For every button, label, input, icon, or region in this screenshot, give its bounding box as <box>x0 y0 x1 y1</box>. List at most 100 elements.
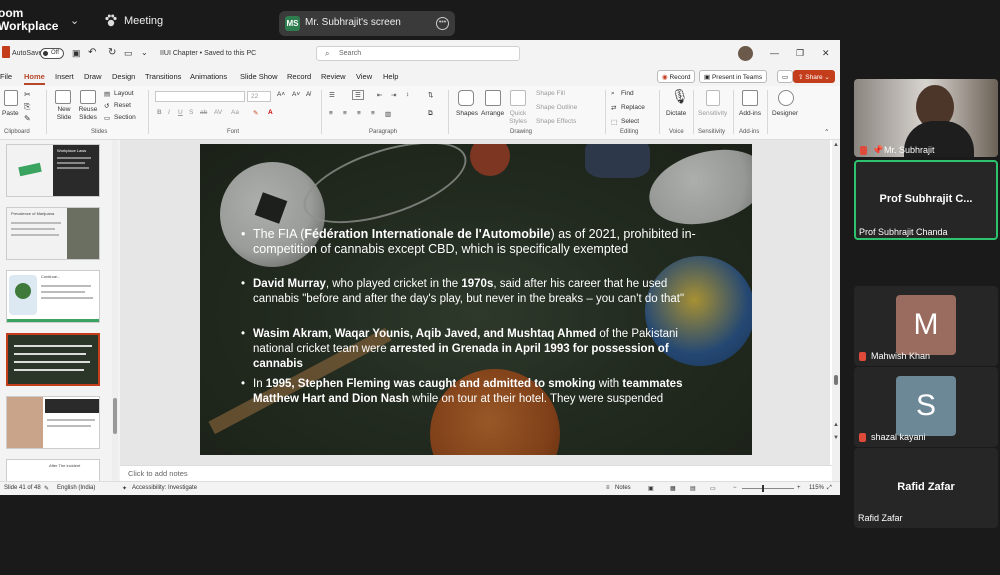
line-spacing-icon[interactable]: ↕ <box>406 91 409 98</box>
proofing-icon[interactable]: ✎ <box>44 485 49 492</box>
tab-insert[interactable]: Insert <box>55 72 74 81</box>
reuse-slides-button[interactable]: Reuse Slides <box>76 106 100 122</box>
meeting-label[interactable]: Meeting <box>124 15 163 27</box>
scrollbar-knob[interactable] <box>113 398 117 434</box>
bullets-icon[interactable]: ☰ <box>329 91 335 99</box>
thumbnail-scrollbar[interactable] <box>112 140 118 481</box>
notes-button[interactable]: Notes <box>615 485 631 491</box>
tab-animations[interactable]: Animations <box>190 72 227 81</box>
tab-review[interactable]: Review <box>321 72 346 81</box>
decrease-font-icon[interactable]: A˅ <box>292 91 300 98</box>
tab-help[interactable]: Help <box>383 72 398 81</box>
tab-transitions[interactable]: Transitions <box>145 72 181 81</box>
slide-sorter-icon[interactable]: ▦ <box>670 485 676 492</box>
font-color-icon[interactable]: A <box>268 109 273 116</box>
comments-button[interactable]: ▭ <box>777 70 794 83</box>
shape-fill-button[interactable]: Shape Fill <box>536 90 565 97</box>
shape-outline-button[interactable]: Shape Outline <box>536 104 577 111</box>
columns-icon[interactable]: ▥ <box>385 110 391 118</box>
restore-icon[interactable]: ❐ <box>796 48 804 59</box>
highlighter-icon[interactable]: ✎ <box>253 109 258 117</box>
shadow-icon[interactable]: S <box>189 109 193 116</box>
participant-tile[interactable]: S shazal kayani <box>854 367 998 447</box>
tab-draw[interactable]: Draw <box>84 72 102 81</box>
participant-tile-active-speaker[interactable]: Prof Subhrajit C... Prof Subhrajit Chand… <box>854 160 998 240</box>
screen-share-indicator[interactable]: MS Mr. Subhrajit's screen ••• <box>279 11 455 36</box>
zoom-out-icon[interactable]: − <box>733 485 737 491</box>
account-avatar[interactable] <box>738 46 753 61</box>
minimize-icon[interactable]: — <box>770 48 779 58</box>
slide-thumbnail[interactable]: After The incident <box>6 459 100 481</box>
increase-indent-icon[interactable]: ⇥ <box>391 91 396 99</box>
select-button[interactable]: Select <box>621 118 639 125</box>
close-icon[interactable]: ✕ <box>822 48 830 59</box>
arrange-button[interactable]: Arrange <box>481 110 504 117</box>
slide-thumbnail[interactable]: Continue... <box>6 270 100 323</box>
dictate-button[interactable]: Dictate <box>666 110 686 117</box>
zoom-slider[interactable] <box>742 488 794 489</box>
record-button[interactable]: ◉ Record <box>657 70 696 83</box>
new-slide-icon[interactable] <box>55 90 71 104</box>
bold-icon[interactable]: B <box>157 109 162 116</box>
reading-view-icon[interactable]: ▤ <box>690 485 696 492</box>
arrange-icon[interactable] <box>485 90 501 106</box>
paste-icon[interactable] <box>4 90 18 106</box>
convert-smartart-icon[interactable]: ⧉ <box>428 110 433 118</box>
underline-icon[interactable]: U <box>178 109 183 116</box>
align-left-icon[interactable]: ≡ <box>329 110 333 117</box>
present-from-start-icon[interactable]: ▭ <box>124 48 133 59</box>
fit-to-window-icon[interactable]: ⤢ <box>827 485 832 492</box>
sensitivity-icon[interactable] <box>706 90 720 106</box>
section-button[interactable]: Section <box>114 114 136 121</box>
autosave-toggle[interactable]: Off <box>40 48 64 59</box>
notes-pane[interactable]: Click to add notes <box>120 465 832 481</box>
add-ins-button[interactable]: Add-ins <box>739 110 761 117</box>
shape-effects-button[interactable]: Shape Effects <box>536 118 576 125</box>
participant-video-tile[interactable]: 📌 Mr. Subhrajit <box>854 79 998 157</box>
quick-styles-icon[interactable] <box>510 90 526 106</box>
strikethrough-icon[interactable]: ab <box>200 109 207 116</box>
slide-thumbnail[interactable]: Workplace Laws <box>6 144 100 197</box>
layout-button[interactable]: Layout <box>114 90 134 97</box>
document-title[interactable]: IIUI Chapter • Saved to this PC <box>160 50 256 57</box>
tab-view[interactable]: View <box>356 72 372 81</box>
slideshow-icon[interactable]: ▭ <box>710 485 716 492</box>
current-slide[interactable]: The FIA (Fédération Internationale de l'… <box>200 144 752 455</box>
slide-text-box[interactable]: The FIA (Fédération Internationale de l'… <box>235 219 720 429</box>
italic-icon[interactable]: I <box>168 109 170 116</box>
microphone-icon[interactable]: 🎙 <box>671 88 689 105</box>
scroll-up-small-icon[interactable]: ▲ <box>833 422 839 428</box>
scroll-down-small-icon[interactable]: ▼ <box>833 435 839 441</box>
search-box[interactable]: ⌕ Search <box>316 46 520 61</box>
copy-icon[interactable]: ⎘ <box>24 102 30 112</box>
save-icon[interactable]: ▣ <box>72 48 81 59</box>
clear-formatting-icon[interactable]: A̸ <box>306 91 310 98</box>
shapes-icon[interactable] <box>458 90 474 106</box>
decrease-indent-icon[interactable]: ⇤ <box>377 91 382 99</box>
paste-button[interactable]: Paste <box>2 110 19 117</box>
present-in-teams-button[interactable]: ▣ Present in Teams <box>699 70 768 83</box>
designer-button[interactable]: Designer <box>772 110 798 117</box>
more-options-icon[interactable]: ••• <box>436 17 449 30</box>
reset-button[interactable]: Reset <box>114 102 131 109</box>
slide-thumbnail-selected[interactable] <box>6 333 100 386</box>
participant-tile[interactable]: M Mahwish Khan <box>854 286 998 366</box>
tab-record[interactable]: Record <box>287 72 311 81</box>
sensitivity-button[interactable]: Sensitivity <box>698 110 727 117</box>
numbering-icon[interactable]: ☰ <box>352 90 364 100</box>
justify-icon[interactable]: ≡ <box>371 110 375 117</box>
reuse-slides-icon[interactable] <box>80 90 96 104</box>
undo-icon[interactable]: ↶ <box>88 47 96 58</box>
tab-slide-show[interactable]: Slide Show <box>240 72 278 81</box>
accessibility-status[interactable]: Accessibility: Investigate <box>132 485 197 491</box>
scroll-up-icon[interactable]: ▲ <box>833 142 839 148</box>
slide-thumbnail[interactable]: Prevalence of Marijuana <box>6 207 100 260</box>
customize-qat-icon[interactable]: ⌄ <box>141 48 148 57</box>
align-center-icon[interactable]: ≡ <box>343 110 347 117</box>
format-painter-icon[interactable]: ✎ <box>24 114 31 123</box>
chevron-down-icon[interactable]: ⌄ <box>70 14 79 27</box>
find-button[interactable]: Find <box>621 90 634 97</box>
replace-button[interactable]: Replace <box>621 104 645 111</box>
slide-thumbnail[interactable] <box>6 396 100 449</box>
increase-font-icon[interactable]: A˄ <box>277 91 285 98</box>
